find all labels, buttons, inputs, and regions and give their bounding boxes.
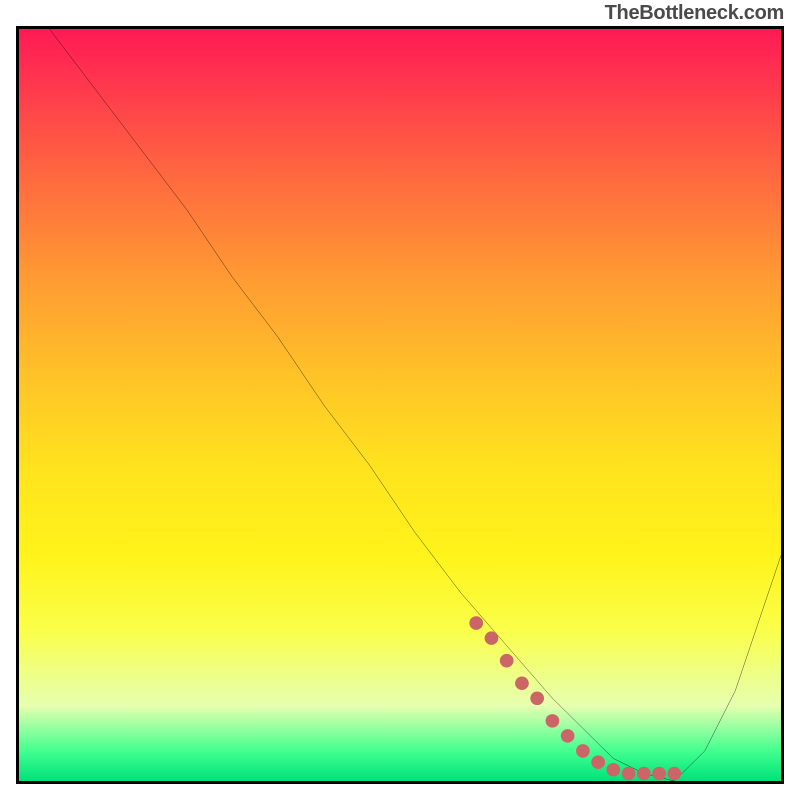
plot-area xyxy=(16,26,784,784)
watermark-text: TheBottleneck.com xyxy=(605,2,784,25)
highlight-dot xyxy=(561,729,575,743)
highlight-dot xyxy=(515,676,529,690)
highlight-dot xyxy=(591,755,605,769)
highlight-dot xyxy=(607,763,621,777)
highlight-dot xyxy=(530,692,544,706)
highlight-dot xyxy=(500,654,514,668)
highlight-dot xyxy=(485,631,499,645)
highlight-dots-group xyxy=(469,616,681,780)
chart-svg xyxy=(19,29,781,781)
highlight-dot xyxy=(469,616,483,630)
highlight-dot xyxy=(576,744,590,758)
highlight-dot xyxy=(546,714,560,728)
highlight-dot xyxy=(667,767,681,781)
highlight-dot xyxy=(622,767,636,781)
highlight-dot xyxy=(652,767,666,781)
highlight-dot xyxy=(637,767,651,781)
chart-frame: TheBottleneck.com xyxy=(0,0,800,800)
bottleneck-curve-path xyxy=(19,29,781,781)
